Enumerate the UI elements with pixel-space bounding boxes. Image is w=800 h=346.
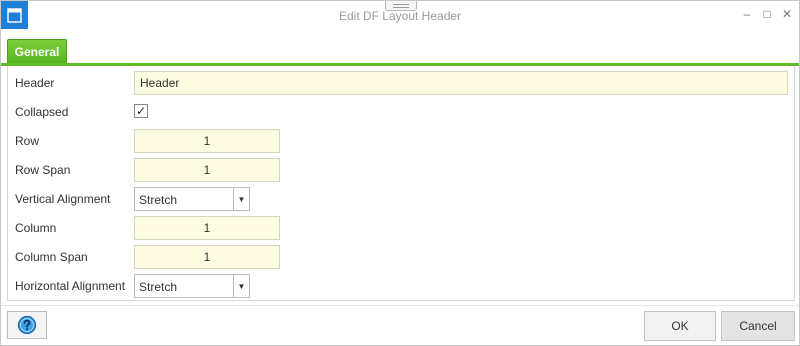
vertical-alignment-label: Vertical Alignment (15, 192, 111, 206)
dialog-window: Edit DF Layout Header – □ ✕ General Head… (0, 0, 800, 346)
cancel-button[interactable]: Cancel (721, 311, 795, 341)
collapsed-row: Collapsed ✓ (8, 99, 794, 125)
help-button[interactable] (7, 311, 47, 339)
row-input[interactable]: 1 (134, 129, 280, 153)
column-input[interactable]: 1 (134, 216, 280, 240)
title-bar[interactable]: Edit DF Layout Header – □ ✕ (1, 1, 799, 33)
tab-general[interactable]: General (7, 39, 67, 63)
horizontal-alignment-row: Horizontal Alignment Stretch ▼ (8, 273, 794, 299)
collapsed-label: Collapsed (15, 105, 69, 119)
row-span-row: Row Span 1 (8, 157, 794, 183)
maximize-button[interactable]: □ (761, 7, 773, 21)
row-span-label: Row Span (15, 163, 71, 177)
vertical-alignment-row: Vertical Alignment Stretch ▼ (8, 186, 794, 212)
collapsed-checkbox[interactable]: ✓ (134, 104, 148, 118)
form-panel: Header Header Collapsed ✓ Row 1 Row Span… (7, 66, 795, 301)
column-label: Column (15, 221, 57, 235)
ok-button[interactable]: OK (644, 311, 716, 341)
vertical-alignment-value: Stretch (139, 193, 178, 207)
window-title: Edit DF Layout Header (338, 9, 462, 23)
column-row: Column 1 (8, 215, 794, 241)
close-button[interactable]: ✕ (781, 7, 793, 21)
horizontal-alignment-label: Horizontal Alignment (15, 279, 126, 293)
column-span-row: Column Span 1 (8, 244, 794, 270)
chevron-down-icon[interactable]: ▼ (233, 275, 249, 297)
minimize-button[interactable]: – (741, 7, 753, 21)
column-span-input[interactable]: 1 (134, 245, 280, 269)
header-row: Header Header (8, 70, 794, 96)
header-input[interactable]: Header (134, 71, 788, 95)
header-label: Header (15, 76, 55, 90)
help-icon (17, 315, 37, 335)
row-row: Row 1 (8, 128, 794, 154)
horizontal-alignment-value: Stretch (139, 280, 178, 294)
vertical-alignment-select[interactable]: Stretch ▼ (134, 187, 250, 211)
window-controls: – □ ✕ (741, 7, 793, 21)
footer-divider (1, 305, 799, 306)
row-span-input[interactable]: 1 (134, 158, 280, 182)
horizontal-alignment-select[interactable]: Stretch ▼ (134, 274, 250, 298)
column-span-label: Column Span (15, 250, 88, 264)
chevron-down-icon[interactable]: ▼ (233, 188, 249, 210)
row-label: Row (15, 134, 40, 148)
